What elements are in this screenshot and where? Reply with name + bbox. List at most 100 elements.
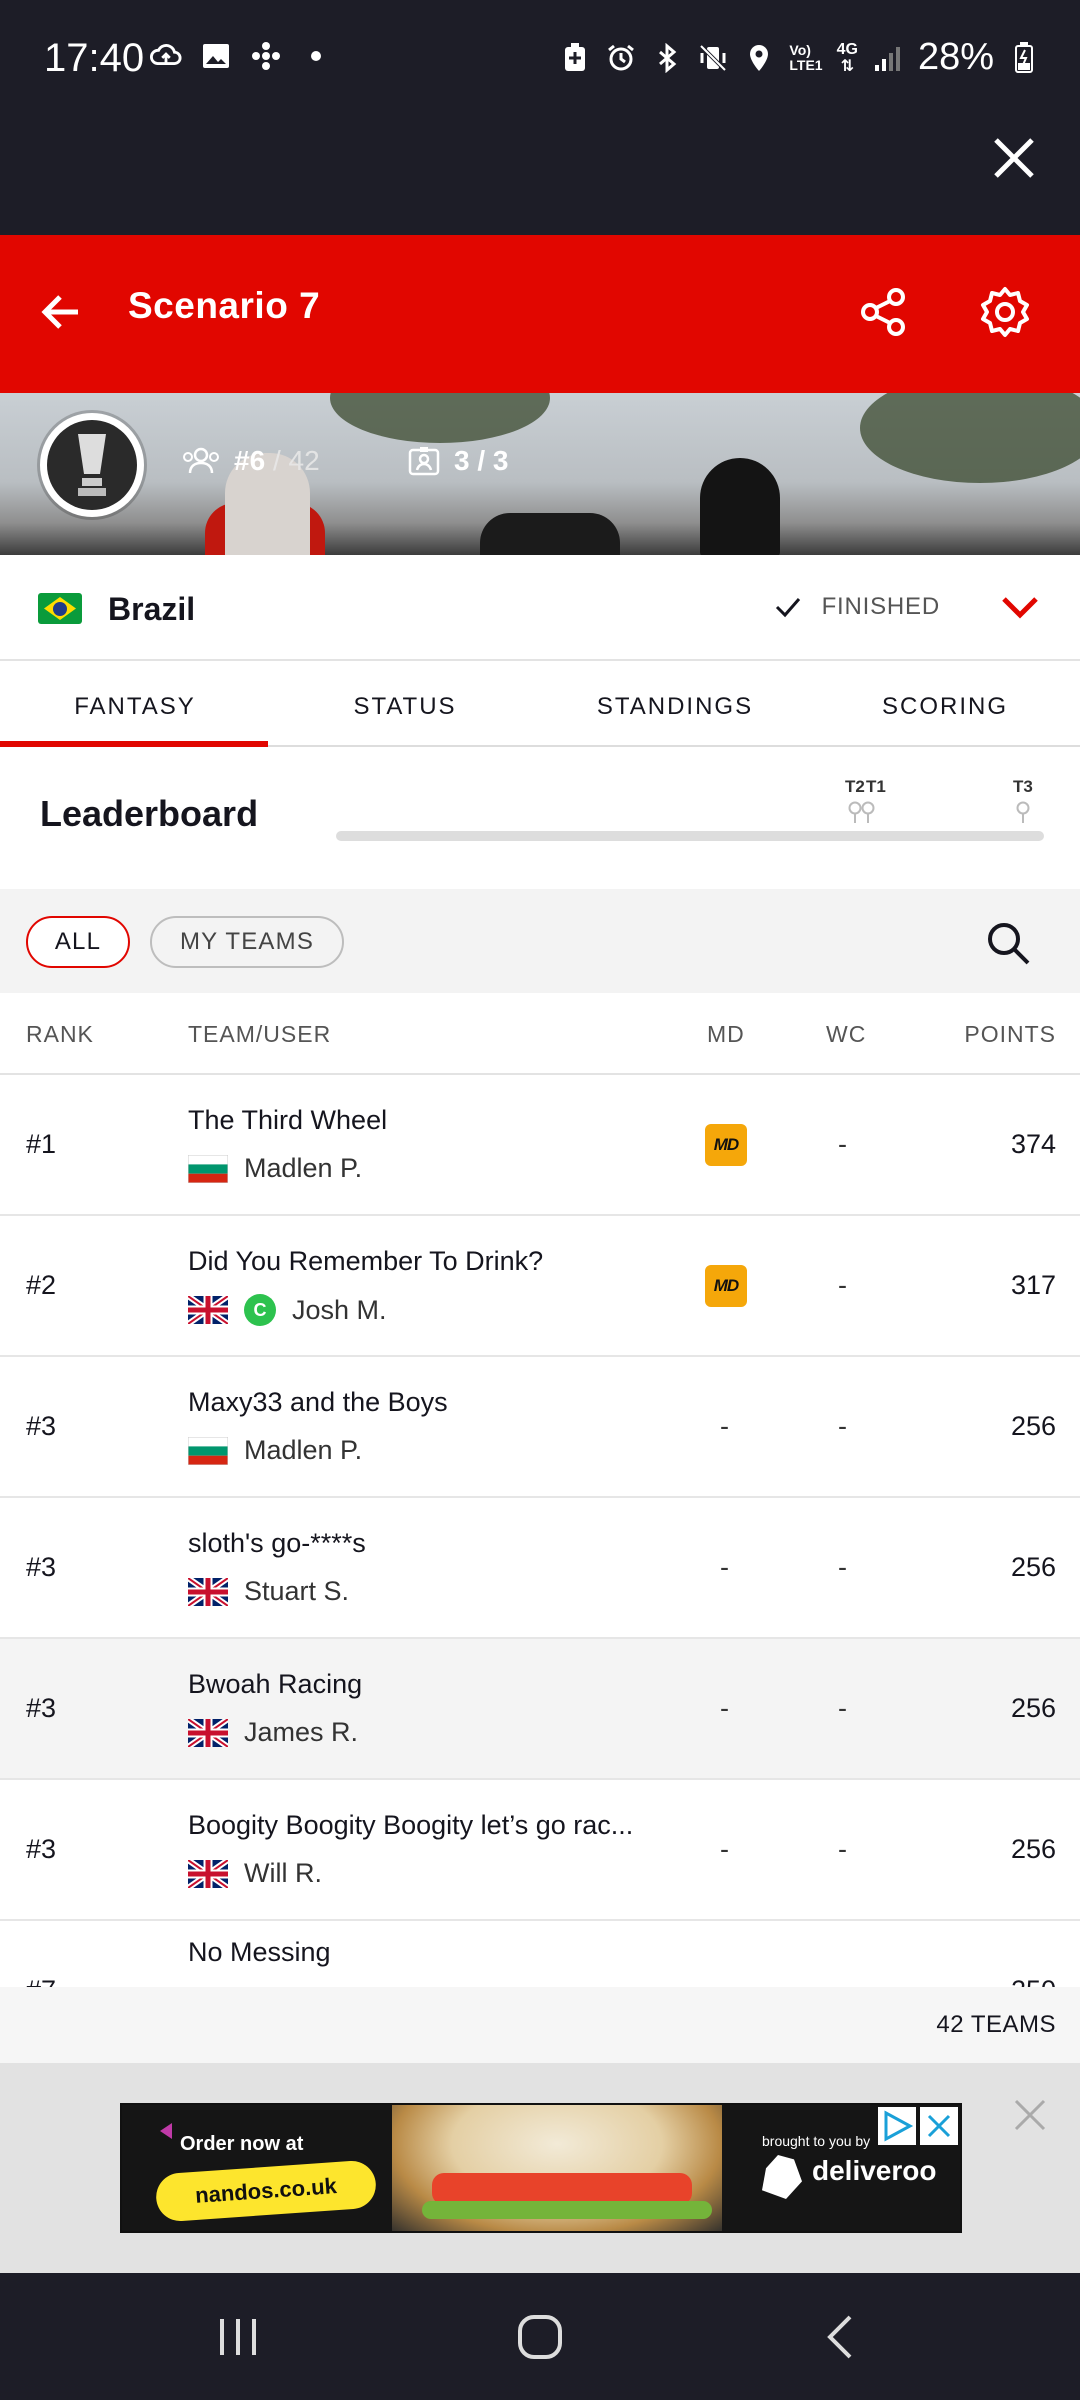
row-points: 250: [1011, 1975, 1056, 1987]
row-user-name: Will R.: [244, 1858, 322, 1888]
dot-icon: [300, 40, 332, 72]
league-trophy-avatar: [40, 413, 144, 517]
filter-my-teams-button[interactable]: MY TEAMS: [150, 916, 344, 968]
tab-standings[interactable]: STANDINGS: [540, 661, 810, 745]
column-points: POINTS: [964, 1021, 1056, 1047]
row-md: -: [720, 1552, 729, 1582]
users-icon: [183, 447, 219, 474]
row-team-name: Bwoah Racing: [188, 1669, 363, 1699]
row-rank: #7: [26, 1975, 56, 1987]
column-team: TEAM/USER: [188, 1021, 332, 1047]
ad-info-icon[interactable]: [878, 2107, 916, 2145]
battery-saver-icon: [559, 42, 591, 74]
uk-flag-icon: [188, 1577, 228, 1606]
filter-all-button[interactable]: ALL: [26, 916, 130, 968]
row-points: 374: [1010, 1129, 1056, 1159]
ad-sponsor-label: brought to you by: [762, 2133, 871, 2149]
row-rank: #3: [26, 1693, 57, 1723]
row-points: 256: [1010, 1834, 1056, 1864]
column-rank: RANK: [26, 1021, 94, 1047]
row-rank: #2: [26, 1270, 57, 1300]
column-md: MD: [707, 1021, 745, 1047]
uk-flag-icon: [188, 1718, 228, 1747]
back-icon[interactable]: [812, 2309, 872, 2365]
check-icon: [775, 598, 800, 618]
table-header: RANK TEAM/USER MD WC POINTS: [0, 993, 1080, 1075]
ad-choices-icon: [160, 2123, 172, 2139]
table-row[interactable]: #3 Boogity Boogity Boogity let’s go rac.…: [0, 1780, 1080, 1921]
race-name: Brazil: [108, 591, 196, 627]
row-points: 256: [1010, 1552, 1056, 1582]
app-bar: Scenario 7: [0, 235, 1080, 393]
leaderboard-progress-track: [336, 831, 1044, 841]
share-icon[interactable]: [856, 285, 910, 339]
race-status: FINISHED: [774, 593, 940, 621]
home-icon[interactable]: [510, 2309, 570, 2365]
row-user-name: Madlen P.: [244, 1153, 363, 1183]
leaderboard-list: #1 The Third Wheel Madlen P. MD - 374 #2…: [0, 1075, 1080, 1987]
palm-tree: [330, 393, 550, 443]
row-rank: #3: [26, 1552, 57, 1582]
row-md: -: [720, 1411, 729, 1441]
row-team-name: No Messing: [188, 1937, 331, 1967]
gear-icon[interactable]: [978, 285, 1032, 339]
row-points: 317: [1010, 1270, 1056, 1300]
row-rank: #3: [26, 1411, 57, 1441]
brazil-flag-icon: [38, 593, 82, 624]
close-icon[interactable]: [986, 130, 1042, 186]
tab-bar: FANTASY STATUS STANDINGS SCORING: [0, 661, 1080, 747]
recent-apps-icon[interactable]: [208, 2309, 268, 2365]
row-rank: #1: [26, 1129, 57, 1159]
table-row-highlighted[interactable]: #3 Bwoah Racing James R. - - 256: [0, 1639, 1080, 1780]
status-bar: 17:40 Vo) LTE1 4G ⇅ 28%: [0, 0, 1080, 235]
back-arrow-icon[interactable]: [36, 287, 86, 337]
table-row[interactable]: #7 No Messing - - 250: [0, 1921, 1080, 1987]
league-hero-banner: #6 / 42 3 / 3: [0, 393, 1080, 555]
ad-cta-button[interactable]: nandos.co.uk: [154, 2159, 378, 2223]
teams-used-stat: 3 / 3: [408, 445, 508, 477]
row-points: 256: [1010, 1693, 1056, 1723]
lte-label: LTE1: [789, 56, 823, 73]
ad-close-icon[interactable]: [920, 2107, 958, 2145]
team-count-bar: 42 TEAMS: [0, 1987, 1080, 2063]
tab-fantasy[interactable]: FANTASY: [0, 661, 270, 747]
creator-badge: C: [244, 1294, 276, 1326]
filter-bar: ALL MY TEAMS: [0, 889, 1080, 993]
leaderboard-title: Leaderboard: [40, 793, 259, 834]
row-team-name: Did You Remember To Drink?: [188, 1246, 544, 1276]
marker-pin-icon: [848, 801, 862, 823]
bulgaria-flag-icon: [188, 1154, 228, 1183]
race-selector[interactable]: Brazil FINISHED: [0, 555, 1080, 661]
row-user-name: Madlen P.: [244, 1435, 363, 1465]
table-row[interactable]: #3 Maxy33 and the Boys Madlen P. - - 256: [0, 1357, 1080, 1498]
trophy-icon: [78, 434, 106, 496]
tab-status[interactable]: STATUS: [270, 661, 540, 745]
palm-tree: [860, 393, 1080, 483]
hero-photo-person: [480, 513, 620, 555]
row-wc: -: [838, 1552, 847, 1582]
table-row[interactable]: #1 The Third Wheel Madlen P. MD - 374: [0, 1075, 1080, 1216]
leaderboard-header: Leaderboard T2 T1 T3: [0, 749, 1080, 889]
table-row[interactable]: #2 Did You Remember To Drink? C Josh M. …: [0, 1216, 1080, 1357]
row-md: -: [720, 1693, 729, 1723]
uk-flag-icon: [188, 1859, 228, 1888]
row-user-name: Stuart S.: [244, 1576, 350, 1606]
row-wc: -: [838, 1975, 847, 1987]
network-type: 4G: [836, 40, 858, 58]
ad-banner[interactable]: Order now at nandos.co.uk brought to you…: [120, 2103, 962, 2233]
chevron-down-icon[interactable]: [1000, 591, 1040, 623]
row-points: 256: [1010, 1411, 1056, 1441]
row-rank: #3: [26, 1834, 57, 1864]
battery-percent: 28%: [917, 36, 994, 78]
row-team-name: sloth's go-****s: [188, 1528, 366, 1558]
row-user-name: James R.: [244, 1717, 359, 1747]
close-ad-icon[interactable]: [1012, 2097, 1048, 2133]
tab-scoring[interactable]: SCORING: [810, 661, 1080, 745]
alarm-icon: [605, 42, 637, 74]
search-icon[interactable]: [984, 919, 1032, 967]
table-row[interactable]: #3 sloth's go-****s Stuart S. - - 256: [0, 1498, 1080, 1639]
page-title: Scenario 7: [128, 285, 321, 326]
data-arrows-icon: ⇅: [840, 57, 854, 75]
battery-icon: [1008, 41, 1040, 74]
marker-t1: T1: [866, 777, 886, 796]
